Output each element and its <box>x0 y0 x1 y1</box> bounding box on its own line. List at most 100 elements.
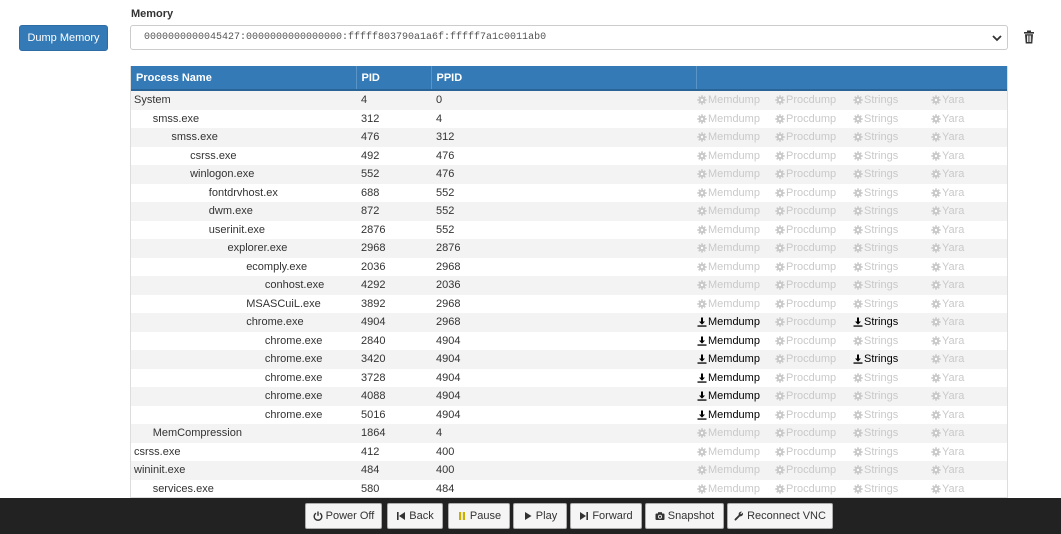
memdump-button[interactable]: Memdump <box>697 314 773 330</box>
ppid-cell: 2876 <box>431 239 696 258</box>
yara-button: Yara <box>931 203 983 219</box>
memdump-button[interactable]: Memdump <box>697 388 773 404</box>
strings-label: Strings <box>864 260 899 273</box>
ppid-cell: 400 <box>431 442 696 461</box>
power-off-button[interactable]: Power Off <box>305 503 382 529</box>
process-name-cell: csrss.exe <box>131 442 356 461</box>
memdump-button: Memdump <box>697 481 773 497</box>
procdump-button: Procdump <box>775 333 851 349</box>
pid-cell: 4904 <box>356 313 431 332</box>
back-icon <box>396 511 406 521</box>
forward-icon <box>579 511 589 521</box>
pause-button[interactable]: Pause <box>448 503 510 529</box>
gear-icon <box>853 188 863 198</box>
trash-icon[interactable] <box>1023 30 1035 44</box>
play-button[interactable]: Play <box>513 503 567 529</box>
memdump-button[interactable]: Memdump <box>697 351 773 367</box>
procdump-button: Procdump <box>775 444 851 460</box>
yara-label: Yara <box>942 205 965 218</box>
gear-icon <box>853 465 863 475</box>
gear-icon <box>697 206 707 216</box>
gear-icon <box>775 132 785 142</box>
process-name-cell: chrome.exe <box>131 387 356 406</box>
process-name-cell: wininit.exe <box>131 461 356 480</box>
gear-icon <box>931 95 941 105</box>
memdump-button: Memdump <box>697 166 773 182</box>
process-name-cell: winlogon.exe <box>131 165 356 184</box>
row-actions: Memdump Procdump Strings Yara <box>696 276 1007 294</box>
table-row: MSASCuiL.exe 3892 2968 Memdump Procdump Strin… <box>131 294 1007 313</box>
table-row: explorer.exe 2968 2876 Memdump Procdump Strin… <box>131 239 1007 258</box>
actions-cell: Memdump Procdump Strings Yara <box>696 461 1007 480</box>
yara-button: Yara <box>931 277 983 293</box>
process-name-cell: csrss.exe <box>131 146 356 165</box>
gear-icon <box>775 243 785 253</box>
procdump-label: Procdump <box>786 242 837 255</box>
strings-button[interactable]: Strings <box>853 314 929 330</box>
memdump-button[interactable]: Memdump <box>697 370 773 386</box>
memdump-button: Memdump <box>697 203 773 219</box>
column-header-process-name[interactable]: Process Name <box>131 66 357 91</box>
gear-icon <box>853 225 863 235</box>
process-table-container[interactable]: Process Name PID PPID System 4 0 Memdump Pro… <box>130 66 1008 498</box>
actions-cell: Memdump Procdump Strings Yara <box>696 331 1007 350</box>
ppid-cell: 4904 <box>431 331 696 350</box>
gear-icon <box>853 262 863 272</box>
gear-icon <box>853 336 863 346</box>
gear-icon <box>775 151 785 161</box>
procdump-label: Procdump <box>786 168 837 181</box>
gear-icon <box>931 280 941 290</box>
column-header-ppid[interactable]: PPID <box>431 66 697 91</box>
ppid-cell: 552 <box>431 183 696 202</box>
vnc-control-bar: Power Off Back Pause Play Forward Snapshot Rec… <box>0 498 1061 534</box>
strings-button: Strings <box>853 148 929 164</box>
table-row: winlogon.exe 552 476 Memdump Procdump Strings… <box>131 165 1007 184</box>
actions-cell: Memdump Procdump Strings Yara <box>696 479 1007 497</box>
table-row: System 4 0 Memdump Procdump Strings Yara <box>131 90 1007 110</box>
yara-label: Yara <box>942 112 965 125</box>
gear-icon <box>775 114 785 124</box>
strings-button: Strings <box>853 481 929 497</box>
strings-button[interactable]: Strings <box>853 351 929 367</box>
download-icon <box>853 317 863 327</box>
gear-icon <box>697 280 707 290</box>
download-icon <box>697 410 707 420</box>
strings-label: Strings <box>864 390 899 403</box>
memdump-label: Memdump <box>708 427 760 440</box>
download-icon <box>853 354 863 364</box>
forward-button[interactable]: Forward <box>570 503 642 529</box>
pid-cell: 2968 <box>356 239 431 258</box>
yara-button: Yara <box>931 333 983 349</box>
procdump-label: Procdump <box>786 334 837 347</box>
dump-memory-button[interactable]: Dump Memory <box>19 25 108 51</box>
memdump-button: Memdump <box>697 185 773 201</box>
strings-label: Strings <box>864 297 899 310</box>
power-off-label: Power Off <box>325 510 375 522</box>
row-actions: Memdump Procdump Strings Yara <box>696 406 1007 424</box>
back-button[interactable]: Back <box>387 503 443 529</box>
memdump-button[interactable]: Memdump <box>697 407 773 423</box>
memdump-button[interactable]: Memdump <box>697 333 773 349</box>
row-actions: Memdump Procdump Strings Yara <box>696 258 1007 276</box>
strings-label: Strings <box>864 94 899 107</box>
gear-icon <box>775 465 785 475</box>
table-row: chrome.exe 2840 4904 Memdump Procdump Strings… <box>131 331 1007 350</box>
yara-button: Yara <box>931 425 983 441</box>
strings-button: Strings <box>853 388 929 404</box>
actions-cell: Memdump Procdump Strings Yara <box>696 183 1007 202</box>
strings-button: Strings <box>853 370 929 386</box>
gear-icon <box>853 373 863 383</box>
column-header-pid[interactable]: PID <box>356 66 432 91</box>
ppid-cell: 476 <box>431 146 696 165</box>
gear-icon <box>931 114 941 124</box>
yara-button: Yara <box>931 111 983 127</box>
gear-icon <box>775 410 785 420</box>
row-actions: Memdump Procdump Strings Yara <box>696 91 1007 109</box>
gear-icon <box>775 354 785 364</box>
memory-select[interactable]: 0000000000045427:0000000000000000:fffff8… <box>130 25 1008 50</box>
snapshot-button[interactable]: Snapshot <box>645 503 724 529</box>
gear-icon <box>931 373 941 383</box>
reconnect-vnc-button[interactable]: Reconnect VNC <box>727 503 833 529</box>
yara-label: Yara <box>942 279 965 292</box>
gear-icon <box>853 428 863 438</box>
